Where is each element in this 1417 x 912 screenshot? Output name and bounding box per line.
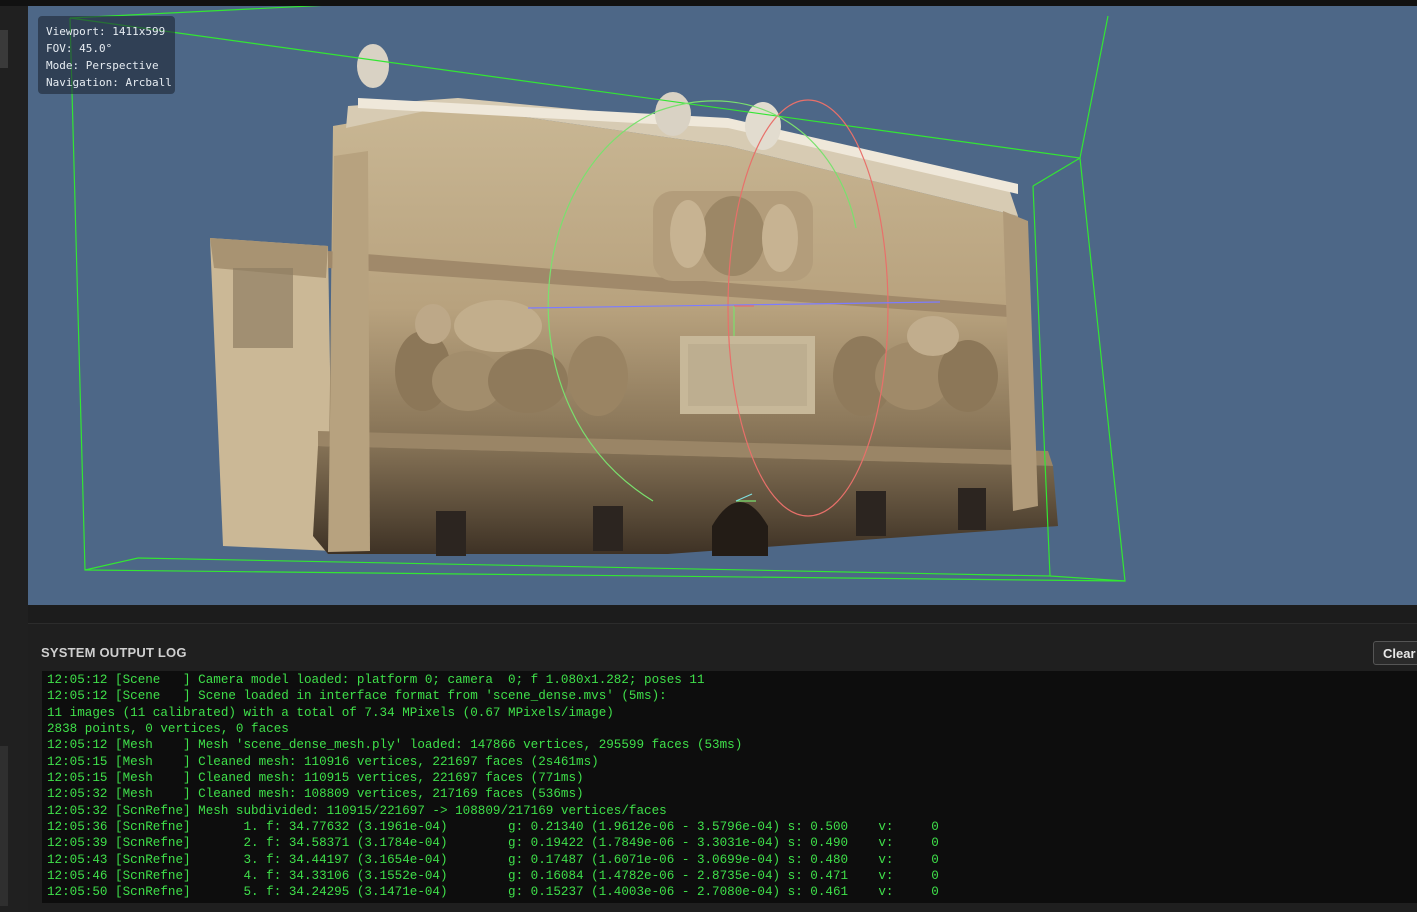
log-line: 12:05:39 [ScnRefne] 2. f: 34.58371 (3.17…: [47, 836, 939, 851]
viewport-info-overlay: Viewport: 1411x599 FOV: 45.0° Mode: Pers…: [38, 16, 175, 94]
log-line: 12:05:12 [Scene ] Camera model loaded: p…: [47, 673, 705, 687]
left-side-panel: [0, 6, 28, 912]
log-output[interactable]: 12:05:12 [Scene ] Camera model loaded: p…: [42, 671, 1417, 903]
log-line: 12:05:50 [ScnRefne] 5. f: 34.24295 (3.14…: [47, 885, 939, 900]
log-line: 12:05:12 [Mesh ] Mesh 'scene_dense_mesh.…: [47, 738, 743, 753]
log-line: 12:05:15 [Mesh ] Cleaned mesh: 110916 ve…: [47, 754, 599, 769]
log-line: 2838 points, 0 vertices, 0 faces: [47, 722, 289, 737]
projection-mode-label: Mode: Perspective: [46, 59, 159, 72]
system-output-log-panel: SYSTEM OUTPUT LOG Clear 12:05:12 [Scene …: [28, 623, 1417, 912]
mesh-facade: [210, 44, 1058, 556]
log-line: 12:05:15 [Mesh ] Cleaned mesh: 110915 ve…: [47, 771, 584, 786]
side-panel-scrollbar[interactable]: [0, 746, 8, 906]
navigation-mode-label: Navigation: Arcball: [46, 76, 172, 89]
viewport-size-label: Viewport: 1411x599: [46, 25, 166, 38]
log-line: 12:05:32 [ScnRefne] Mesh subdivided: 110…: [47, 803, 667, 818]
log-line: 12:05:43 [ScnRefne] 3. f: 34.44197 (3.16…: [47, 852, 939, 867]
log-line: 12:05:32 [Mesh ] Cleaned mesh: 108809 ve…: [47, 787, 584, 802]
fov-label: FOV: 45.0°: [46, 42, 113, 55]
log-panel-title: SYSTEM OUTPUT LOG: [41, 645, 187, 660]
clear-log-button[interactable]: Clear: [1373, 641, 1417, 665]
scene-render[interactable]: [28, 6, 1417, 605]
log-line: 11 images (11 calibrated) with a total o…: [47, 705, 614, 720]
log-line: 12:05:12 [Scene ] Scene loaded in interf…: [47, 689, 667, 704]
log-line: 12:05:36 [ScnRefne] 1. f: 34.77632 (3.19…: [47, 820, 939, 835]
panel-divider[interactable]: [28, 605, 1417, 623]
3d-viewport[interactable]: Viewport: 1411x599 FOV: 45.0° Mode: Pers…: [28, 6, 1417, 605]
log-line: 12:05:46 [ScnRefne] 4. f: 34.33106 (3.15…: [47, 869, 939, 884]
side-panel-tab[interactable]: [0, 30, 8, 68]
